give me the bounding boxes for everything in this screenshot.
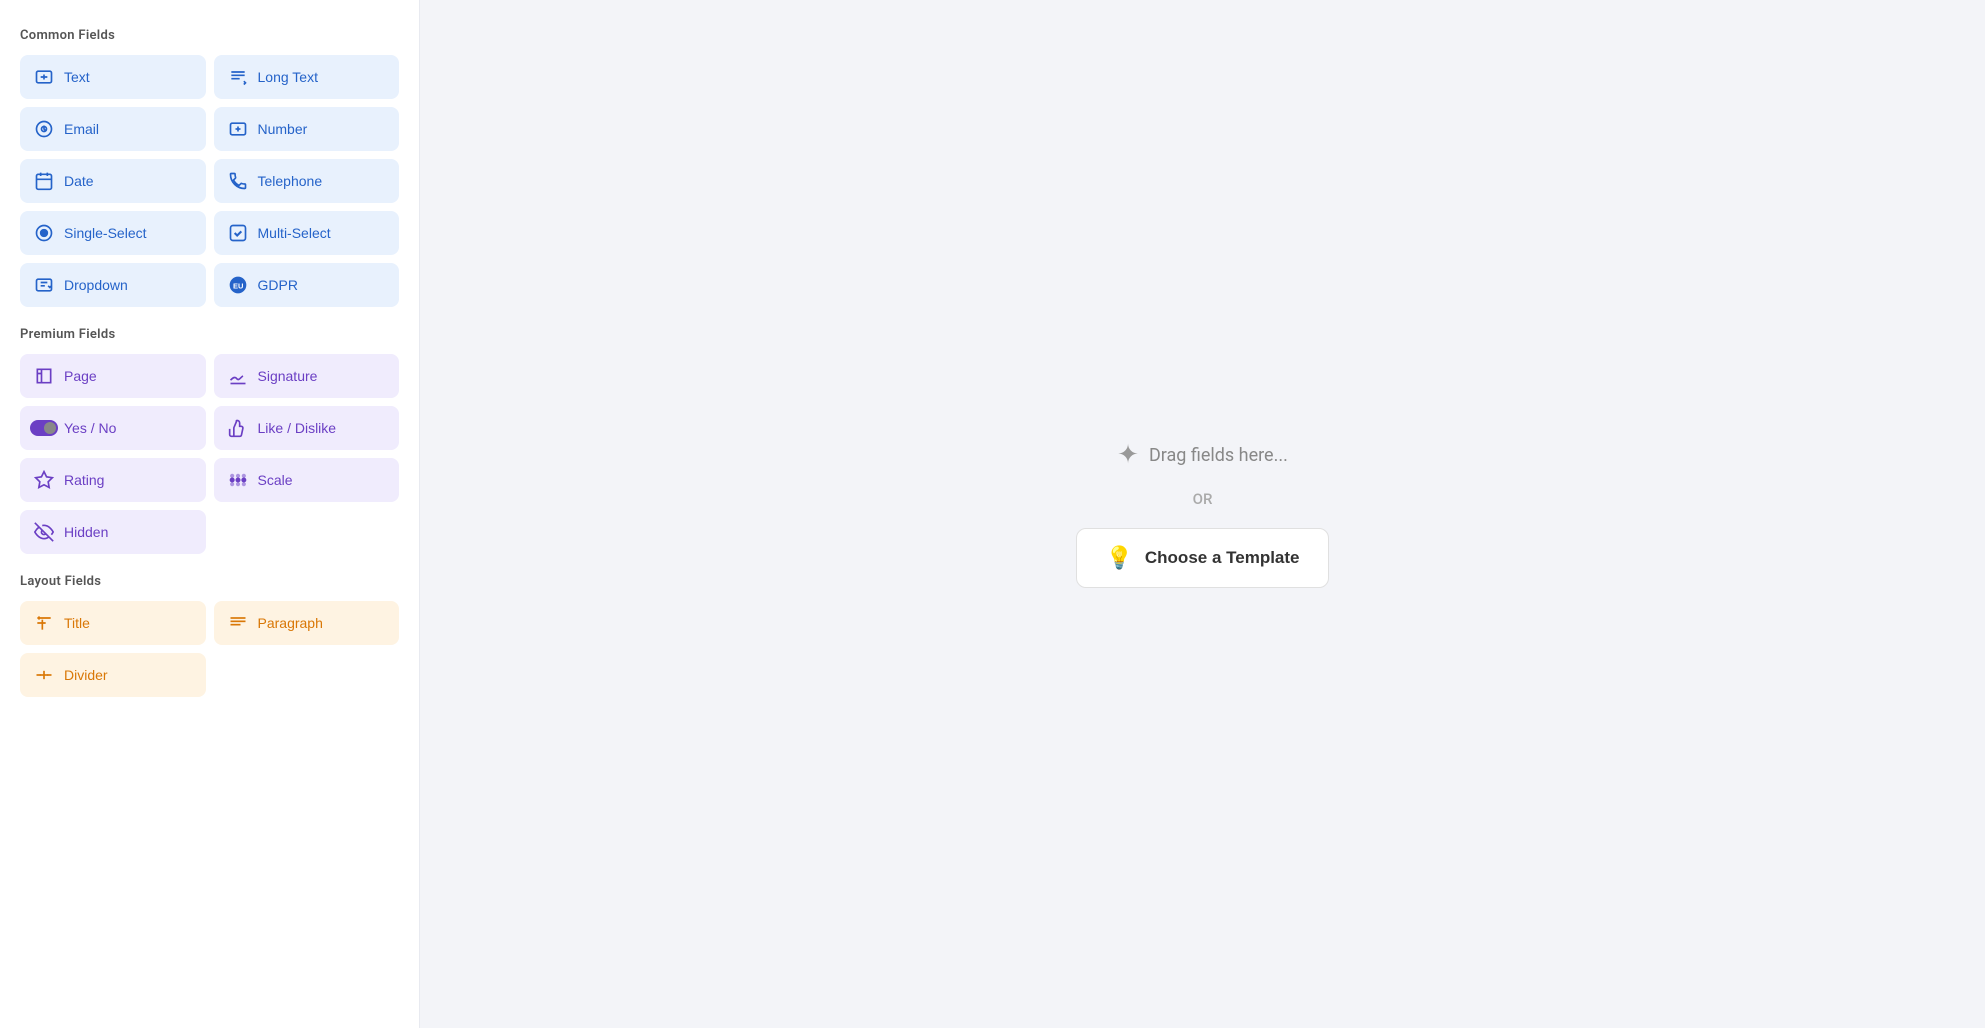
common-fields-section-title: Common Fields: [20, 28, 399, 43]
field-single-select-label: Single-Select: [64, 225, 147, 241]
paragraph-icon: [228, 613, 248, 633]
field-number-label: Number: [258, 121, 308, 137]
field-divider-label: Divider: [64, 667, 108, 683]
layout-fields-section-title: Layout Fields: [20, 574, 399, 589]
gdpr-icon: EU: [228, 275, 248, 295]
field-rating[interactable]: Rating: [20, 458, 206, 502]
field-title-label: Title: [64, 615, 90, 631]
field-gdpr-label: GDPR: [258, 277, 298, 293]
or-label: OR: [1193, 490, 1213, 508]
field-text-label: Text: [64, 69, 90, 85]
field-date-label: Date: [64, 173, 94, 189]
common-fields-grid: Text Long Text Email Number: [20, 55, 399, 307]
rating-icon: [34, 470, 54, 490]
field-paragraph-label: Paragraph: [258, 615, 323, 631]
field-multi-select[interactable]: Multi-Select: [214, 211, 400, 255]
field-divider[interactable]: Divider: [20, 653, 206, 697]
single-select-icon: [34, 223, 54, 243]
field-scale-label: Scale: [258, 472, 293, 488]
field-signature-label: Signature: [258, 368, 318, 384]
field-date[interactable]: Date: [20, 159, 206, 203]
choose-template-button[interactable]: 💡 Choose a Template: [1076, 528, 1328, 588]
svg-text:EU: EU: [233, 281, 243, 290]
date-icon: [34, 171, 54, 191]
field-gdpr[interactable]: EU GDPR: [214, 263, 400, 307]
field-long-text-label: Long Text: [258, 69, 318, 85]
signature-icon: [228, 366, 248, 386]
field-email-label: Email: [64, 121, 99, 137]
page-icon: [34, 366, 54, 386]
field-title[interactable]: Title: [20, 601, 206, 645]
field-rating-label: Rating: [64, 472, 104, 488]
field-yes-no-label: Yes / No: [64, 420, 116, 436]
hidden-icon: [34, 522, 54, 542]
canvas-area: ✦ Drag fields here... OR 💡 Choose a Temp…: [420, 0, 1985, 1028]
like-dislike-icon: [228, 418, 248, 438]
scale-icon: [228, 470, 248, 490]
telephone-icon: [228, 171, 248, 191]
yes-no-icon: [34, 418, 54, 438]
field-like-dislike[interactable]: Like / Dislike: [214, 406, 400, 450]
divider-icon: [34, 665, 54, 685]
field-dropdown-label: Dropdown: [64, 277, 128, 293]
field-paragraph[interactable]: Paragraph: [214, 601, 400, 645]
field-multi-select-label: Multi-Select: [258, 225, 331, 241]
field-dropdown[interactable]: Dropdown: [20, 263, 206, 307]
text-icon: [34, 67, 54, 87]
field-email[interactable]: Email: [20, 107, 206, 151]
field-scale[interactable]: Scale: [214, 458, 400, 502]
layout-fields-grid: Title Paragraph Divider: [20, 601, 399, 697]
multi-select-icon: [228, 223, 248, 243]
dropdown-icon: [34, 275, 54, 295]
title-icon: [34, 613, 54, 633]
email-icon: [34, 119, 54, 139]
sparkles-icon: ✦: [1117, 440, 1139, 470]
choose-template-label: Choose a Template: [1145, 548, 1300, 568]
premium-fields-grid: Page Signature Yes / No Like / Dislike: [20, 354, 399, 554]
canvas-empty-state: ✦ Drag fields here... OR 💡 Choose a Temp…: [1076, 440, 1328, 588]
field-page-label: Page: [64, 368, 97, 384]
field-single-select[interactable]: Single-Select: [20, 211, 206, 255]
field-number[interactable]: Number: [214, 107, 400, 151]
field-page[interactable]: Page: [20, 354, 206, 398]
lightbulb-icon: 💡: [1105, 545, 1132, 571]
field-text[interactable]: Text: [20, 55, 206, 99]
field-signature[interactable]: Signature: [214, 354, 400, 398]
drag-hint-text: Drag fields here...: [1149, 445, 1288, 466]
field-hidden-label: Hidden: [64, 524, 108, 540]
field-telephone[interactable]: Telephone: [214, 159, 400, 203]
premium-fields-section-title: Premium Fields: [20, 327, 399, 342]
field-yes-no[interactable]: Yes / No: [20, 406, 206, 450]
long-text-icon: [228, 67, 248, 87]
field-hidden[interactable]: Hidden: [20, 510, 206, 554]
field-long-text[interactable]: Long Text: [214, 55, 400, 99]
drag-hint: ✦ Drag fields here...: [1117, 440, 1288, 470]
field-telephone-label: Telephone: [258, 173, 323, 189]
field-like-dislike-label: Like / Dislike: [258, 420, 337, 436]
sidebar: Common Fields Text Long Text Email: [0, 0, 420, 1028]
number-icon: [228, 119, 248, 139]
